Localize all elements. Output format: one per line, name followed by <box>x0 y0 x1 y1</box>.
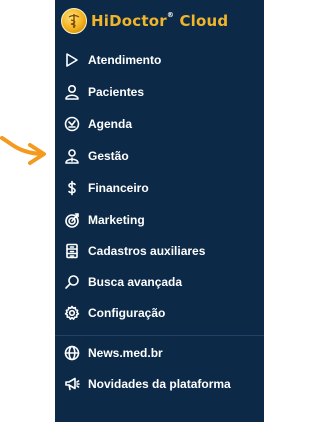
menu-item-busca-avancada[interactable]: Busca avançada <box>55 268 264 296</box>
menu-item-label: Cadastros auxiliares <box>88 244 206 258</box>
cabinet-icon <box>64 243 80 259</box>
user-icon <box>64 84 80 100</box>
menu-item-label: Agenda <box>88 117 133 131</box>
menu-item-label: Atendimento <box>88 53 162 67</box>
link-label: News.med.br <box>88 346 163 360</box>
link-news-med-br[interactable]: News.med.br <box>55 339 264 367</box>
megaphone-icon <box>64 376 80 392</box>
target-icon <box>64 212 80 228</box>
menu-item-gestao[interactable]: Gestão <box>55 142 264 170</box>
menu-item-label: Marketing <box>88 213 145 227</box>
menu-item-label: Financeiro <box>88 181 149 195</box>
agenda-icon <box>64 116 80 132</box>
menu-item-atendimento[interactable]: Atendimento <box>55 46 264 74</box>
menu-item-label: Busca avançada <box>88 275 183 289</box>
play-outline-icon <box>64 52 80 68</box>
menu-item-pacientes[interactable]: Pacientes <box>55 78 264 106</box>
app-logo[interactable]: HiDoctor® Cloud <box>61 6 228 36</box>
manager-icon <box>64 148 80 164</box>
dollar-icon <box>64 180 80 196</box>
menu-divider <box>55 335 264 336</box>
menu-item-marketing[interactable]: Marketing <box>55 206 264 234</box>
menu-item-label: Configuração <box>88 306 166 320</box>
menu-item-financeiro[interactable]: Financeiro <box>55 174 264 202</box>
menu-item-cadastros-auxiliares[interactable]: Cadastros auxiliares <box>55 237 264 265</box>
menu-item-label: Gestão <box>88 149 129 163</box>
menu-item-configuracao[interactable]: Configuração <box>55 299 264 327</box>
menu-item-agenda[interactable]: Agenda <box>55 110 264 138</box>
sidebar: HiDoctor® Cloud Atendimento Pacientes Ag… <box>55 0 264 422</box>
link-novidades-da-plataforma[interactable]: Novidades da plataforma <box>55 370 264 398</box>
search-icon <box>64 274 80 290</box>
caduceus-logo-icon <box>61 8 87 34</box>
orange-arrow-pointer-icon <box>0 136 46 165</box>
menu-item-label: Pacientes <box>88 85 145 99</box>
link-label: Novidades da plataforma <box>88 377 231 391</box>
app-title: HiDoctor® Cloud <box>91 11 229 30</box>
globe-icon <box>64 345 80 361</box>
gear-icon <box>64 305 80 321</box>
